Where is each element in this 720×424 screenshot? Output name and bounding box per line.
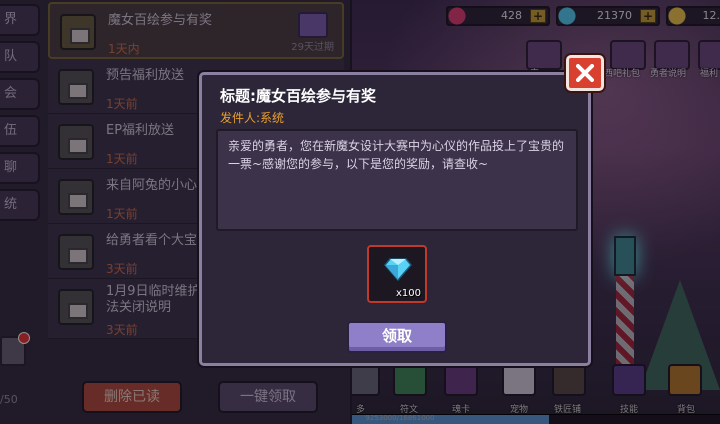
close-button[interactable] xyxy=(566,55,604,91)
reward-slot[interactable]: x100 xyxy=(367,245,427,303)
claim-button[interactable]: 领取 xyxy=(347,321,447,353)
dialog-title: 标题:魔女百绘参与有奖 xyxy=(220,87,376,105)
dialog-body: 亲爱的勇者，您在新魔女设计大赛中为心仪的作品投上了宝贵的一票~感谢您的参与，以下… xyxy=(216,129,578,231)
mail-detail-dialog: 标题:魔女百绘参与有奖 发件人:系统 亲爱的勇者，您在新魔女设计大赛中为心仪的作… xyxy=(199,72,591,366)
diamond-icon xyxy=(384,258,412,281)
reward-quantity: x100 xyxy=(395,288,421,299)
close-icon xyxy=(576,64,594,82)
dialog-sender: 发件人:系统 xyxy=(220,111,285,125)
